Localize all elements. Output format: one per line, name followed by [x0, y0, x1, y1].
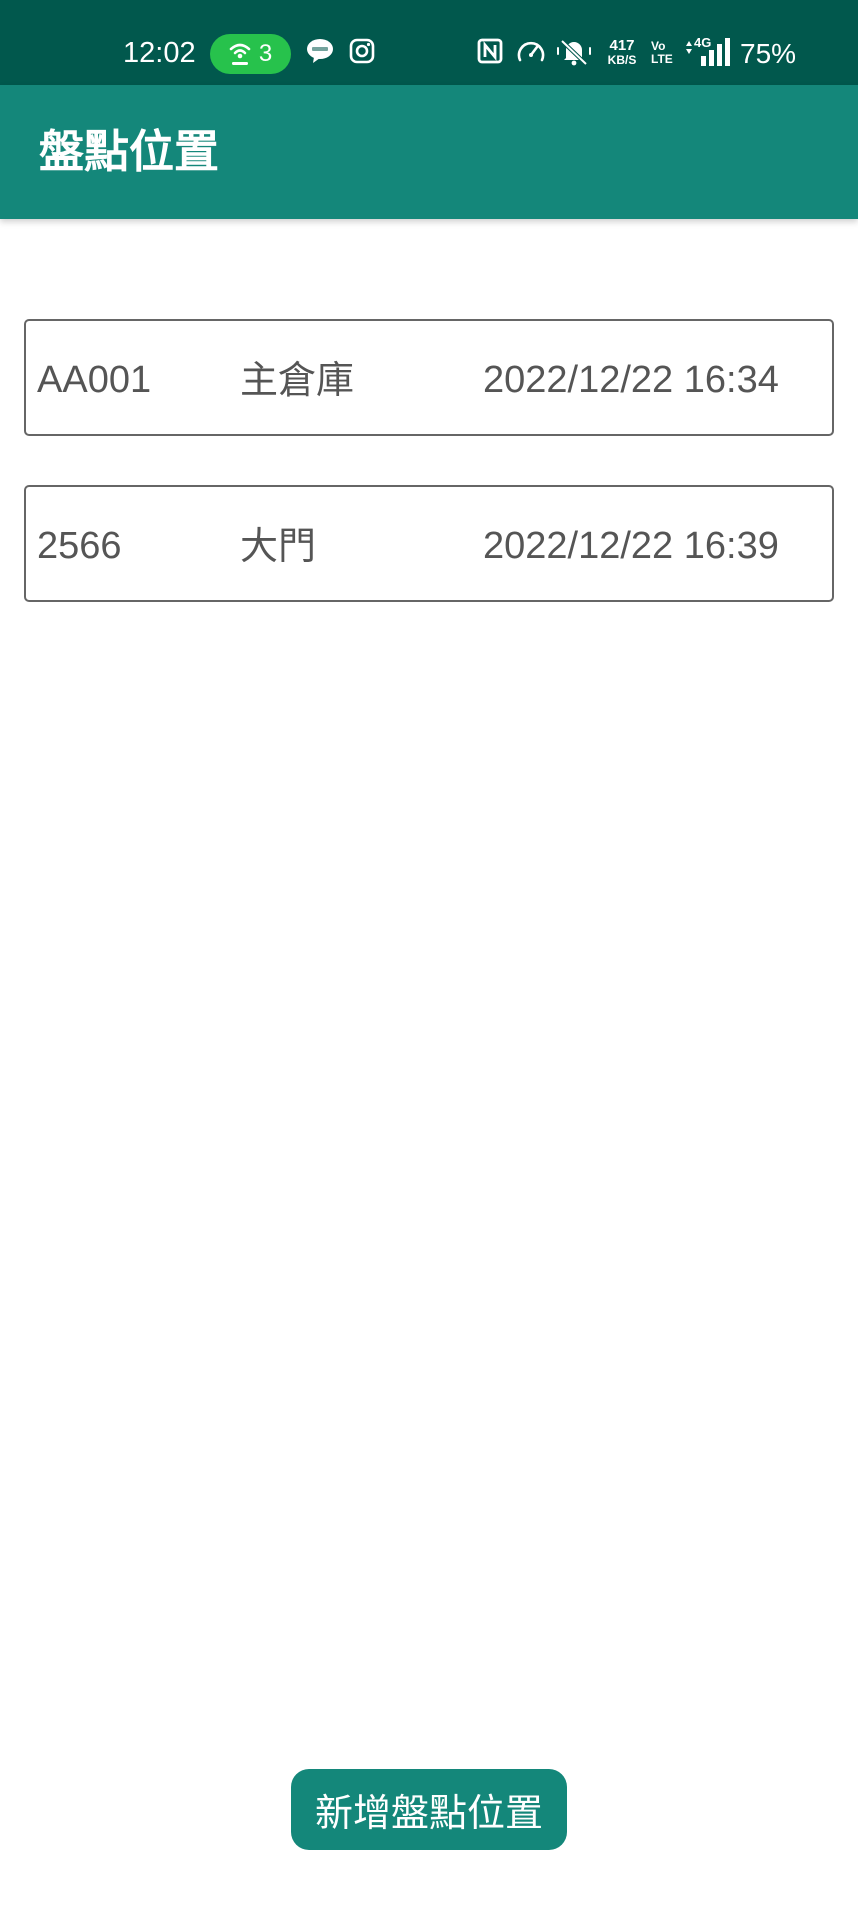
- page-title: 盤點位置: [39, 125, 220, 178]
- volte-indicator: Vo LTE: [651, 40, 673, 66]
- location-name: 大門: [240, 524, 317, 568]
- battery-level: 75%: [740, 38, 797, 69]
- instagram-icon: [349, 38, 375, 64]
- hotspot-count: 3: [258, 40, 273, 67]
- add-location-button[interactable]: 新增盤點位置: [291, 1769, 567, 1850]
- location-timestamp: 2022/12/22 16:34: [483, 359, 779, 401]
- status-bar: 12:02 3 417 KB/S Vo LTE 4G 75%: [0, 0, 858, 85]
- app-bar: 盤點位置: [0, 85, 858, 219]
- volte-line2: LTE: [651, 52, 673, 66]
- data-speed: 417 KB/S: [604, 38, 640, 67]
- status-time: 12:02: [123, 37, 196, 69]
- location-row[interactable]: 2566 大門 2022/12/22 16:39: [24, 485, 834, 602]
- location-code: 2566: [37, 525, 122, 567]
- hotspot-icon: [229, 42, 251, 66]
- location-timestamp: 2022/12/22 16:39: [483, 525, 779, 567]
- hotspot-indicator[interactable]: 3: [210, 34, 291, 74]
- location-row[interactable]: AA001 主倉庫 2022/12/22 16:34: [24, 319, 834, 436]
- bell-muted-icon: [556, 38, 592, 66]
- location-name: 主倉庫: [240, 358, 355, 402]
- data-speed-unit: KB/S: [607, 53, 637, 67]
- speedometer-icon: [516, 38, 546, 64]
- location-list: AA001 主倉庫 2022/12/22 16:34 2566 大門 2022/…: [24, 319, 834, 651]
- data-speed-value: 417: [609, 37, 635, 54]
- location-code: AA001: [37, 359, 152, 401]
- network-type: 4G: [694, 35, 712, 50]
- nfc-icon: [477, 38, 503, 64]
- line-app-icon: [306, 38, 334, 64]
